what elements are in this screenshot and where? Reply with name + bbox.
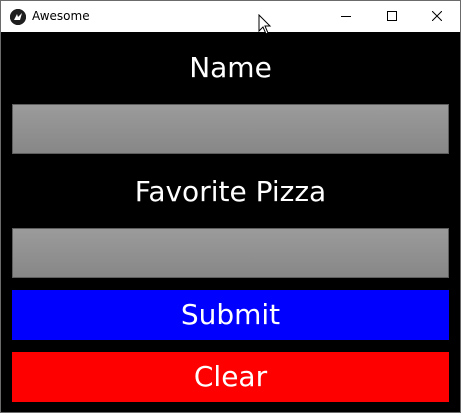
close-button[interactable] [414,1,460,32]
name-input[interactable] [12,104,449,154]
minimize-icon [341,16,351,17]
close-icon [432,11,442,21]
submit-button[interactable]: Submit [12,290,449,340]
kivy-app-icon [10,9,26,25]
favorite-pizza-label: Favorite Pizza [134,175,327,208]
maximize-icon [387,11,397,21]
favorite-pizza-input[interactable] [12,228,449,278]
app-window: Awesome Name Favorite Pizza Submit Clear [0,0,461,413]
minimize-button[interactable] [323,1,369,32]
clear-button[interactable]: Clear [12,352,449,402]
title-bar[interactable]: Awesome [1,1,460,32]
window-title: Awesome [32,9,90,23]
maximize-button[interactable] [369,1,415,32]
name-label: Name [189,51,272,84]
form-area: Name Favorite Pizza Submit Clear [1,32,460,412]
mouse-cursor-icon [258,14,272,35]
